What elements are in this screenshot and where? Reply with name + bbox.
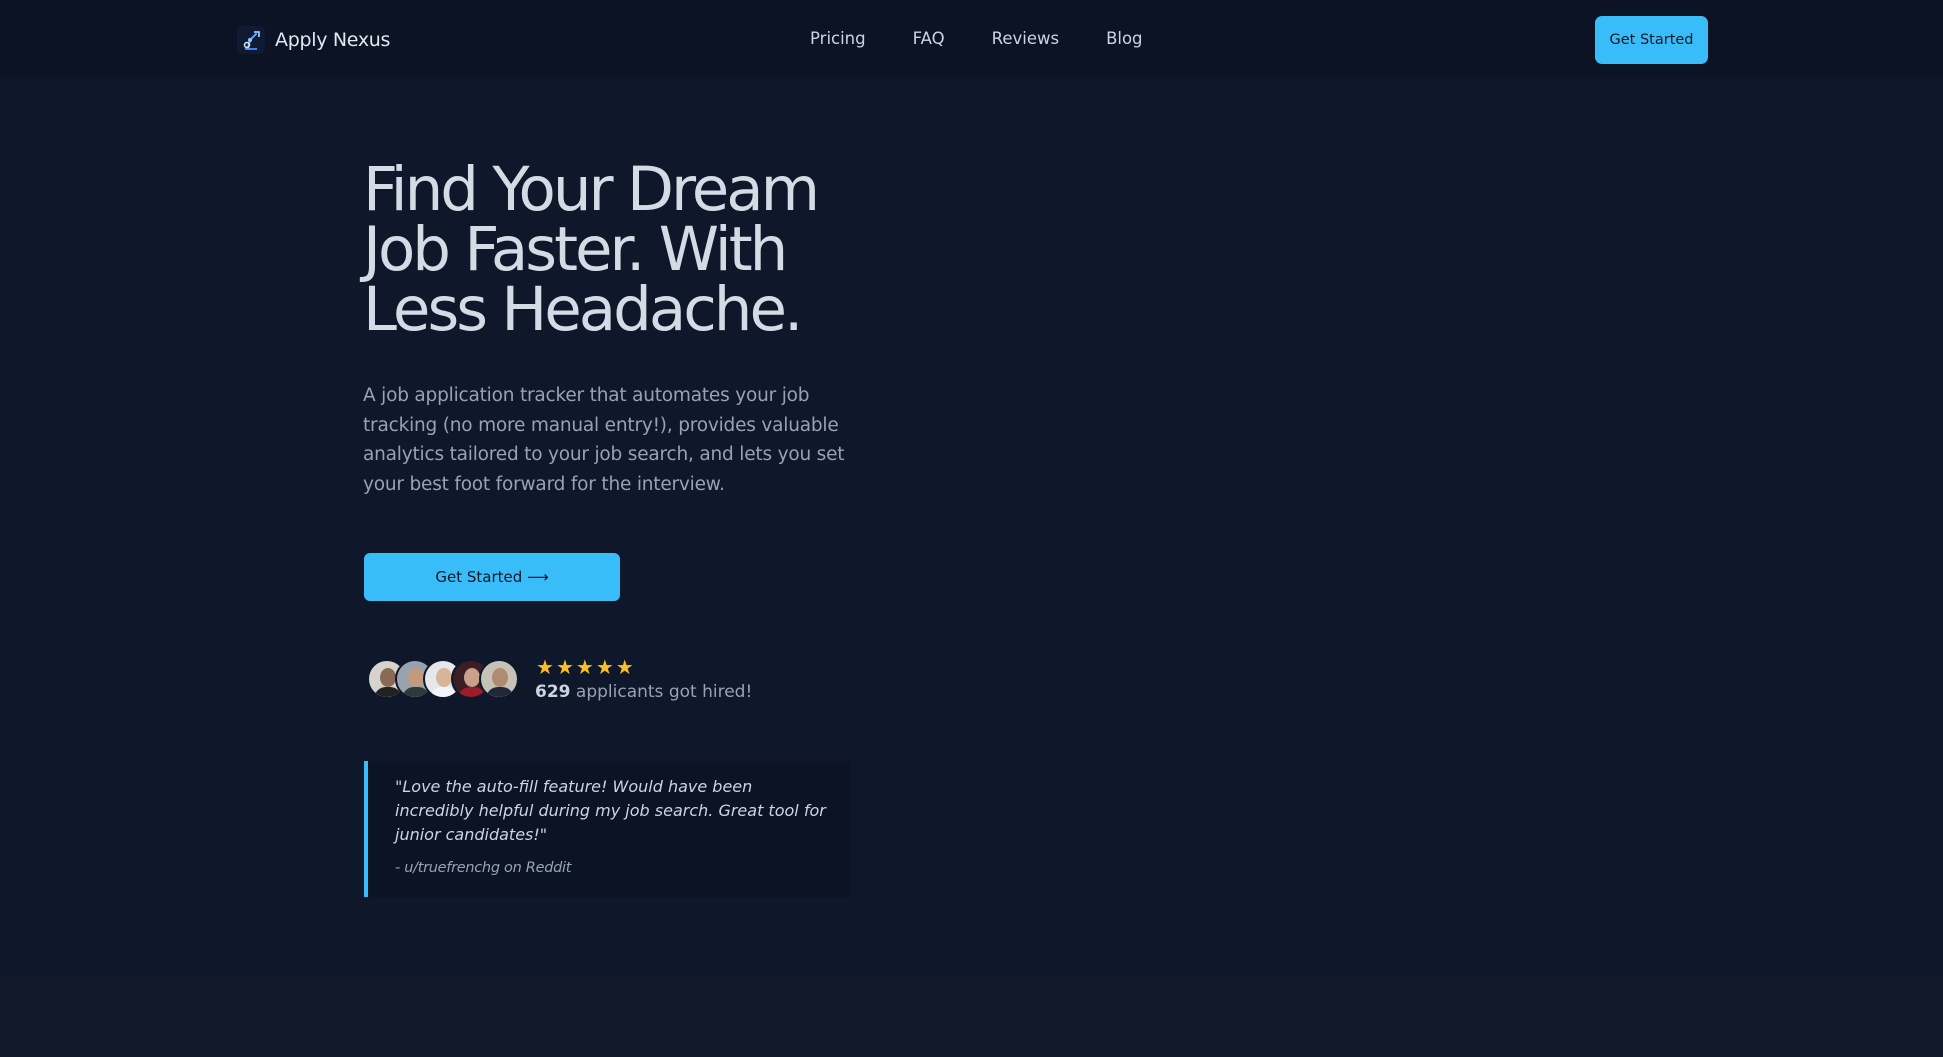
hero-get-started-button[interactable]: Get Started ⟶ bbox=[364, 553, 620, 601]
testimonial-quote: "Love the auto-fill feature! Would have … bbox=[395, 777, 826, 844]
nav-links: Pricing FAQ Reviews Blog bbox=[810, 29, 1143, 48]
nav-get-started-button[interactable]: Get Started bbox=[1595, 16, 1708, 64]
nav-link-blog[interactable]: Blog bbox=[1106, 29, 1142, 48]
hero-section bbox=[0, 79, 1943, 976]
hired-stat: 629 applicants got hired! bbox=[535, 682, 752, 702]
rating-stars: ★ ★ ★ ★ ★ bbox=[536, 656, 634, 678]
testimonial-card: "Love the auto-fill feature! Would have … bbox=[364, 761, 850, 897]
brand-link[interactable]: Apply Nexus bbox=[237, 26, 390, 54]
hired-text: applicants got hired! bbox=[570, 682, 753, 702]
avatar bbox=[479, 659, 519, 699]
robot-arm-icon bbox=[237, 26, 265, 54]
nav-link-pricing[interactable]: Pricing bbox=[810, 29, 866, 48]
nav-link-reviews[interactable]: Reviews bbox=[992, 29, 1059, 48]
star-icon: ★ bbox=[595, 655, 614, 679]
hero-subtext: A job application tracker that automates… bbox=[363, 385, 845, 495]
hired-count: 629 bbox=[535, 682, 571, 702]
brand-name: Apply Nexus bbox=[275, 29, 391, 51]
top-navigation-bar: Apply Nexus Pricing FAQ Reviews Blog Get… bbox=[0, 0, 1943, 79]
star-icon: ★ bbox=[536, 655, 554, 679]
star-icon: ★ bbox=[615, 655, 634, 679]
user-avatars bbox=[367, 659, 519, 701]
next-section-band bbox=[0, 976, 1943, 1057]
star-icon: ★ bbox=[575, 655, 594, 679]
hero-headline: Find Your Dream Job Faster. With Less He… bbox=[363, 154, 820, 345]
star-icon: ★ bbox=[555, 655, 574, 679]
nav-link-faq[interactable]: FAQ bbox=[913, 29, 945, 48]
testimonial-author: - u/truefrenchg on Reddit bbox=[395, 860, 572, 876]
